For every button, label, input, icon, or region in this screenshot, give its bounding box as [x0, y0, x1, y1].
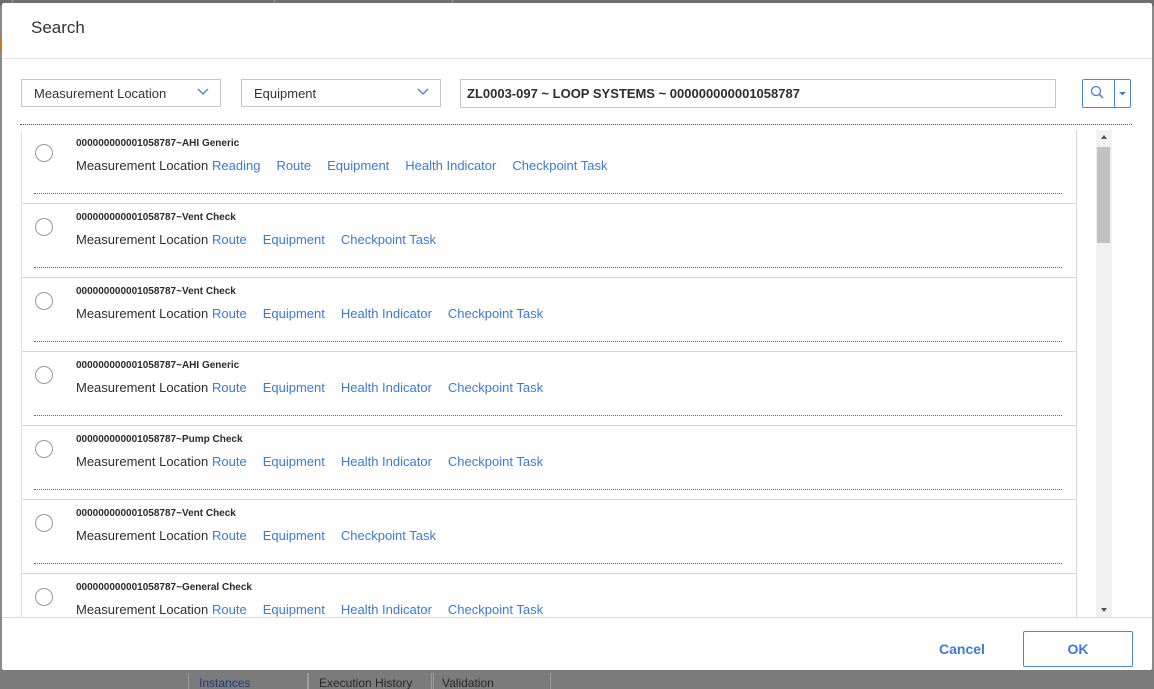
result-title: 000000000001058787~Pump Check: [76, 434, 243, 445]
result-links: Route Equipment Health Indicator Checkpoint…: [212, 602, 559, 617]
result-title: 000000000001058787~AHI Generic: [76, 360, 240, 371]
result-links: Reading Route Equipment Health Indicator Che…: [212, 158, 624, 173]
chevron-down-icon: [197, 88, 209, 95]
result-title: 000000000001058787~Vent Check: [76, 286, 236, 297]
background-tab-execution-history: Execution History: [308, 673, 434, 689]
row-divider: [34, 563, 1062, 564]
result-row[interactable]: 000000000001058787~Vent Check Measurement…: [22, 278, 1076, 352]
result-row[interactable]: 000000000001058787~Vent Check Measurement…: [22, 204, 1076, 278]
results-scrollbar[interactable]: [1096, 130, 1112, 618]
result-family: Measurement Location: [76, 528, 209, 543]
scroll-down-arrow-icon[interactable]: [1096, 603, 1112, 617]
background-tab-validation: Validation: [431, 673, 551, 689]
result-link-route[interactable]: Route: [212, 232, 247, 247]
result-link-checkpoint-task[interactable]: Checkpoint Task: [448, 454, 543, 469]
row-divider: [34, 193, 1062, 194]
result-family: Measurement Location: [76, 454, 209, 469]
result-link-checkpoint-task[interactable]: Checkpoint Task: [448, 380, 543, 395]
related-family-select[interactable]: Equipment: [241, 79, 441, 107]
result-title: 000000000001058787~Vent Check: [76, 212, 236, 223]
row-divider: [34, 489, 1062, 490]
result-link-route[interactable]: Route: [276, 158, 311, 173]
result-family: Measurement Location: [76, 602, 209, 617]
result-links: Route Equipment Checkpoint Task: [212, 528, 452, 543]
search-button[interactable]: [1083, 80, 1113, 107]
result-radio[interactable]: [35, 588, 53, 606]
scroll-up-arrow-icon[interactable]: [1096, 130, 1112, 144]
result-row[interactable]: 000000000001058787~Vent Check Measurement…: [22, 500, 1076, 574]
dialog-title: Search: [31, 18, 85, 37]
result-family: Measurement Location: [76, 380, 209, 395]
result-link-equipment[interactable]: Equipment: [263, 232, 325, 247]
search-options-button[interactable]: [1115, 80, 1130, 107]
result-row[interactable]: 000000000001058787~Pump Check Measurement…: [22, 426, 1076, 500]
search-dialog: Search Measurement Location Equipment 00…: [2, 3, 1152, 670]
cancel-button[interactable]: Cancel: [927, 631, 997, 667]
result-radio[interactable]: [35, 514, 53, 532]
result-link-health-indicator[interactable]: Health Indicator: [341, 306, 432, 321]
result-row[interactable]: 000000000001058787~AHI Generic Measuremen…: [22, 130, 1076, 204]
result-link-route[interactable]: Route: [212, 454, 247, 469]
result-title: 000000000001058787~General Check: [76, 582, 252, 593]
result-links: Route Equipment Health Indicator Checkpoint…: [212, 454, 559, 469]
result-family: Measurement Location: [76, 232, 209, 247]
result-link-health-indicator[interactable]: Health Indicator: [341, 602, 432, 617]
background-tab-instances: Instances: [188, 673, 308, 689]
row-divider: [34, 341, 1062, 342]
result-family: Measurement Location: [76, 306, 209, 321]
row-divider: [34, 267, 1062, 268]
result-link-health-indicator[interactable]: Health Indicator: [341, 454, 432, 469]
result-links: Route Equipment Checkpoint Task: [212, 232, 452, 247]
result-link-equipment[interactable]: Equipment: [263, 454, 325, 469]
result-link-equipment[interactable]: Equipment: [327, 158, 389, 173]
result-link-checkpoint-task[interactable]: Checkpoint Task: [341, 232, 436, 247]
search-icon: [1090, 85, 1104, 99]
result-radio[interactable]: [35, 440, 53, 458]
result-row[interactable]: 000000000001058787~AHI Generic Measuremen…: [22, 352, 1076, 426]
result-link-route[interactable]: Route: [212, 380, 247, 395]
results-list: 000000000001058787~AHI Generic Measuremen…: [21, 130, 1077, 618]
row-divider: [34, 415, 1062, 416]
result-links: Route Equipment Health Indicator Checkpoint…: [212, 380, 559, 395]
result-link-equipment[interactable]: Equipment: [263, 306, 325, 321]
result-link-health-indicator[interactable]: Health Indicator: [341, 380, 432, 395]
result-link-checkpoint-task[interactable]: Checkpoint Task: [448, 602, 543, 617]
result-row[interactable]: 000000000001058787~General Check Measurem…: [22, 574, 1076, 618]
result-radio[interactable]: [35, 144, 53, 162]
family-select-value: Measurement Location: [34, 86, 167, 101]
result-link-health-indicator[interactable]: Health Indicator: [405, 158, 496, 173]
background-tab-bar: [0, 670, 1154, 689]
result-links: Route Equipment Health Indicator Checkpoint…: [212, 306, 559, 321]
dialog-header: Search: [2, 3, 1152, 59]
caret-down-icon: [1119, 92, 1126, 96]
result-link-checkpoint-task[interactable]: Checkpoint Task: [512, 158, 607, 173]
chevron-down-icon: [417, 88, 429, 95]
result-title: 000000000001058787~Vent Check: [76, 508, 236, 519]
result-link-route[interactable]: Route: [212, 528, 247, 543]
footer-divider: [2, 617, 1152, 618]
search-button-group: [1082, 79, 1131, 108]
results-divider: [20, 124, 1132, 125]
result-radio[interactable]: [35, 218, 53, 236]
result-link-route[interactable]: Route: [212, 602, 247, 617]
result-link-route[interactable]: Route: [212, 306, 247, 321]
result-family: Measurement Location: [76, 158, 209, 173]
related-family-select-value: Equipment: [254, 86, 317, 101]
scrollbar-thumb[interactable]: [1097, 147, 1110, 243]
family-select[interactable]: Measurement Location: [21, 79, 221, 107]
result-link-checkpoint-task[interactable]: Checkpoint Task: [341, 528, 436, 543]
result-radio[interactable]: [35, 292, 53, 310]
result-title: 000000000001058787~AHI Generic: [76, 138, 240, 149]
result-link-reading[interactable]: Reading: [212, 158, 260, 173]
result-radio[interactable]: [35, 366, 53, 384]
result-link-equipment[interactable]: Equipment: [263, 380, 325, 395]
search-input[interactable]: [460, 79, 1056, 108]
result-link-equipment[interactable]: Equipment: [263, 528, 325, 543]
result-link-checkpoint-task[interactable]: Checkpoint Task: [448, 306, 543, 321]
result-link-equipment[interactable]: Equipment: [263, 602, 325, 617]
ok-button[interactable]: OK: [1023, 631, 1133, 667]
